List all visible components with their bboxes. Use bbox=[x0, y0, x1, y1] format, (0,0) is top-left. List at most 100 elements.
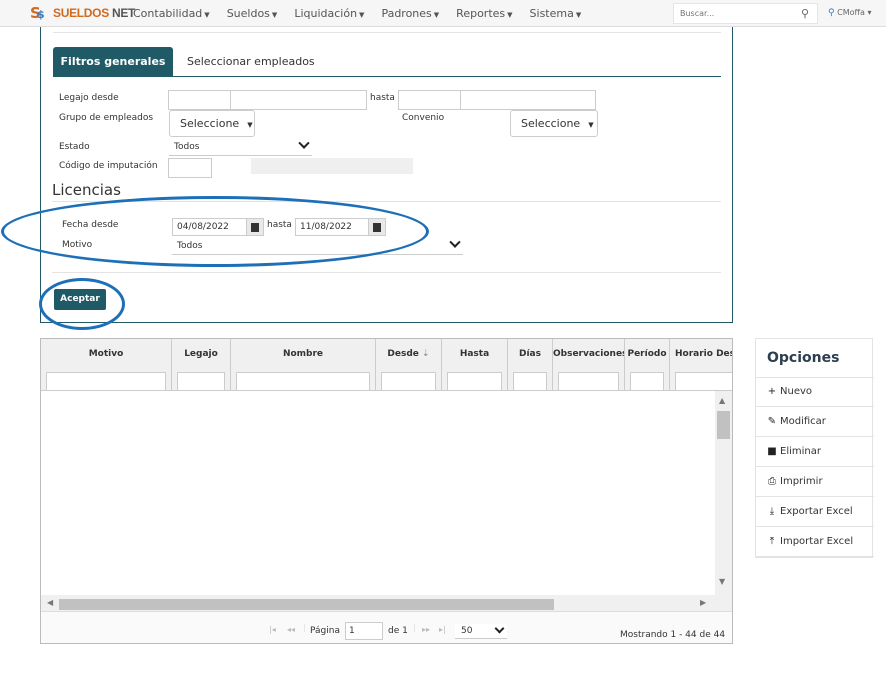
upload-icon: ⤒ bbox=[769, 536, 775, 547]
vertical-scroll-thumb[interactable] bbox=[717, 411, 730, 439]
printer-icon: ⎙ bbox=[768, 476, 776, 487]
tab-filtros-generales[interactable]: Filtros generales bbox=[53, 47, 173, 77]
caret-down-icon: ▼ bbox=[359, 11, 365, 19]
caret-down-icon: ▼ bbox=[507, 11, 513, 19]
next-page-icon[interactable]: ▸▸ bbox=[422, 625, 430, 634]
column-nombre[interactable]: Nombre bbox=[231, 339, 376, 391]
column-horario-desde[interactable]: Horario Desde bbox=[670, 339, 732, 391]
filter-tabs: Filtros generales Seleccionar empleados bbox=[53, 47, 721, 77]
grid-pager: |◂ ◂◂ | Página 1 de 1 | ▸▸ ▸| 50 Mostran… bbox=[41, 611, 732, 643]
chevron-down-icon bbox=[494, 623, 505, 634]
legajo-hasta-input[interactable] bbox=[398, 90, 461, 110]
search-box: ⚲ bbox=[673, 3, 818, 24]
first-page-icon[interactable]: |◂ bbox=[269, 625, 276, 634]
estado-label: Estado bbox=[59, 142, 90, 152]
convenio-label: Convenio bbox=[402, 113, 445, 123]
legajo-desde-name-input[interactable] bbox=[230, 90, 367, 110]
pencil-icon: ✎ bbox=[767, 416, 777, 427]
prev-page-icon[interactable]: ◂◂ bbox=[287, 625, 295, 634]
user-menu[interactable]: ⚲ CMoffa ▾ bbox=[828, 8, 872, 18]
column-desde[interactable]: Desde ⇣ bbox=[376, 339, 442, 391]
filter-nombre[interactable] bbox=[236, 372, 370, 391]
logo-icon: S $ bbox=[30, 4, 45, 22]
rows-per-page-select[interactable]: 50 bbox=[455, 623, 507, 639]
scroll-up-icon[interactable]: ▲ bbox=[719, 396, 725, 405]
menu-padrones[interactable]: Padrones ▼ bbox=[381, 7, 439, 20]
column-hasta[interactable]: Hasta bbox=[442, 339, 508, 391]
column-legajo[interactable]: Legajo bbox=[172, 339, 231, 391]
column-motivo[interactable]: Motivo bbox=[41, 339, 172, 391]
calendar-icon[interactable] bbox=[246, 219, 263, 235]
page-label: Página bbox=[310, 626, 340, 636]
caret-down-icon: ▼ bbox=[588, 121, 594, 129]
filter-motivo[interactable] bbox=[46, 372, 166, 391]
fecha-desde-label: Fecha desde bbox=[62, 220, 119, 230]
grupo-empleados-dropdown[interactable]: Seleccione ▼ bbox=[169, 110, 255, 137]
fecha-hasta-label: hasta bbox=[267, 220, 292, 230]
trash-icon: ■ bbox=[767, 446, 777, 457]
estado-select[interactable]: Todos bbox=[169, 137, 312, 156]
menu-contabilidad[interactable]: Contabilidad ▼ bbox=[133, 7, 210, 20]
aceptar-button[interactable]: Aceptar bbox=[54, 289, 106, 310]
motivo-label: Motivo bbox=[62, 240, 93, 250]
licencias-grid: Motivo Legajo Nombre Desde ⇣ Hasta Días … bbox=[40, 338, 733, 644]
filter-observaciones[interactable] bbox=[558, 372, 619, 391]
codigo-imputacion-input[interactable] bbox=[168, 158, 212, 178]
column-dias[interactable]: Días bbox=[508, 339, 553, 391]
scroll-right-icon[interactable]: ▶ bbox=[700, 598, 706, 607]
filter-legajo[interactable] bbox=[177, 372, 225, 391]
app-logo[interactable]: S $ SUELDOS NET bbox=[30, 4, 135, 22]
options-title: Opciones bbox=[767, 350, 840, 366]
caret-down-icon: ▼ bbox=[204, 11, 210, 19]
sort-desc-icon: ⇣ bbox=[422, 349, 430, 359]
search-icon[interactable]: ⚲ bbox=[801, 7, 809, 20]
eliminar-button[interactable]: ■ Eliminar bbox=[756, 437, 874, 467]
importar-excel-button[interactable]: ⤒ Importar Excel bbox=[756, 527, 874, 557]
filter-panel: Filtros generales Seleccionar empleados … bbox=[40, 27, 733, 323]
fecha-hasta-input[interactable]: 11/08/2022 bbox=[295, 218, 386, 236]
caret-down-icon: ▼ bbox=[433, 11, 440, 19]
column-periodo[interactable]: Período bbox=[625, 339, 670, 391]
menu-reportes[interactable]: Reportes ▼ bbox=[456, 7, 512, 20]
pager-separator: | bbox=[303, 623, 306, 632]
chevron-down-icon bbox=[298, 137, 310, 149]
last-page-icon[interactable]: ▸| bbox=[439, 625, 446, 634]
scroll-down-icon[interactable]: ▼ bbox=[719, 577, 725, 586]
plus-icon: + bbox=[767, 386, 777, 397]
filter-horario-desde[interactable] bbox=[675, 372, 732, 391]
chevron-down-icon bbox=[449, 236, 461, 248]
column-observaciones[interactable]: Observaciones bbox=[553, 339, 625, 391]
records-summary: Mostrando 1 - 44 de 44 bbox=[620, 630, 726, 640]
modificar-button[interactable]: ✎ Modificar bbox=[756, 407, 874, 437]
download-icon: ⤓ bbox=[769, 506, 775, 517]
exportar-excel-button[interactable]: ⤓ Exportar Excel bbox=[756, 497, 874, 527]
fecha-desde-input[interactable]: 04/08/2022 bbox=[172, 218, 264, 236]
horizontal-scroll-thumb[interactable] bbox=[59, 599, 554, 610]
page-count: de 1 bbox=[388, 626, 408, 636]
nuevo-button[interactable]: + Nuevo bbox=[756, 377, 874, 407]
legajo-desde-input[interactable] bbox=[168, 90, 231, 110]
filter-dias[interactable] bbox=[513, 372, 547, 391]
page-input[interactable]: 1 bbox=[345, 622, 383, 640]
calendar-icon[interactable] bbox=[368, 219, 385, 235]
filter-hasta[interactable] bbox=[447, 372, 502, 391]
search-input[interactable] bbox=[674, 4, 792, 23]
imprimir-button[interactable]: ⎙ Imprimir bbox=[756, 467, 874, 497]
divider bbox=[52, 201, 721, 202]
motivo-select[interactable]: Todos bbox=[172, 236, 463, 255]
caret-down-icon: ▼ bbox=[271, 11, 278, 19]
convenio-dropdown[interactable]: Seleccione ▼ bbox=[510, 110, 598, 137]
legajo-desde-label: Legajo desde bbox=[59, 93, 119, 103]
pager-separator: | bbox=[413, 623, 416, 632]
scroll-left-icon[interactable]: ◀ bbox=[47, 598, 53, 607]
tab-seleccionar-empleados[interactable]: Seleccionar empleados bbox=[187, 47, 315, 77]
filter-desde[interactable] bbox=[381, 372, 436, 391]
legajo-hasta-label: hasta bbox=[370, 93, 395, 103]
legajo-hasta-name-input[interactable] bbox=[460, 90, 596, 110]
menu-sistema[interactable]: Sistema ▼ bbox=[530, 7, 582, 20]
user-name: CMoffa bbox=[837, 8, 865, 17]
filter-periodo[interactable] bbox=[630, 372, 664, 391]
menu-liquidacion[interactable]: Liquidación ▼ bbox=[294, 7, 364, 20]
menu-sueldos[interactable]: Sueldos ▼ bbox=[227, 7, 278, 20]
divider bbox=[53, 32, 721, 33]
